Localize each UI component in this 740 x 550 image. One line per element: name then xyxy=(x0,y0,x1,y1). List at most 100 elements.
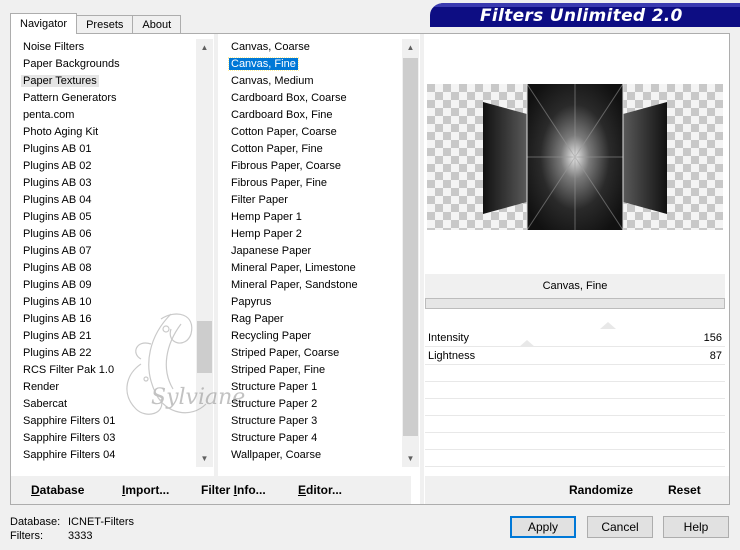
category-item-label: Plugins AB 05 xyxy=(23,211,92,223)
filter-info-button[interactable]: Filter Info... xyxy=(201,480,266,500)
apply-button[interactable]: Apply xyxy=(510,516,576,538)
category-item-label: Noise Filters xyxy=(23,41,85,53)
filter-item[interactable]: Fibrous Paper, Fine xyxy=(228,175,400,192)
filter-item[interactable]: Structure Paper 1 xyxy=(228,379,400,396)
category-item[interactable]: Sapphire Filters 04 xyxy=(20,447,204,464)
editor-button[interactable]: Editor... xyxy=(298,480,343,500)
database-button[interactable]: Database xyxy=(31,480,85,500)
category-item-label: Render xyxy=(23,381,60,393)
category-item[interactable]: Photo Aging Kit xyxy=(20,124,204,141)
filter-item[interactable]: Mineral Paper, Limestone xyxy=(228,260,400,277)
filters-count-value: 3333 xyxy=(68,530,93,542)
category-item[interactable]: Sapphire Filters 03 xyxy=(20,430,204,447)
category-item[interactable]: RCS Filter Pak 1.0 xyxy=(20,362,204,379)
category-item[interactable]: Plugins AB 07 xyxy=(20,243,204,260)
category-item[interactable]: Plugins AB 04 xyxy=(20,192,204,209)
filter-item[interactable]: Striped Paper, Coarse xyxy=(228,345,400,362)
category-item[interactable]: Plugins AB 06 xyxy=(20,226,204,243)
parameter-list: Intensity 156 Lightness 87 xyxy=(425,322,725,467)
filter-item-label: Recycling Paper xyxy=(231,330,312,342)
filter-item[interactable]: Hemp Paper 1 xyxy=(228,209,400,226)
category-item-label: Sapphire Filters 04 xyxy=(23,449,116,461)
category-item[interactable]: Plugins AB 09 xyxy=(20,277,204,294)
filter-item-label: Structure Paper 2 xyxy=(231,398,318,410)
filter-item-label: Japanese Paper xyxy=(231,245,312,257)
category-item[interactable]: Paper Backgrounds xyxy=(20,56,204,73)
filter-item[interactable]: Wallpaper, Coarse xyxy=(228,447,400,464)
help-button[interactable]: Help xyxy=(663,516,729,538)
filter-item[interactable]: Cardboard Box, Coarse xyxy=(228,90,400,107)
empty-parameter-row xyxy=(425,416,725,433)
filter-item[interactable]: Filter Paper xyxy=(228,192,400,209)
filter-item[interactable]: Canvas, Medium xyxy=(228,73,400,90)
filter-list[interactable]: Canvas, Coarse Canvas, Fine Canvas, Medium… xyxy=(228,39,400,467)
filter-item[interactable]: Canvas, Fine xyxy=(228,56,400,73)
tab-about[interactable]: About xyxy=(132,15,182,34)
divider xyxy=(420,34,424,504)
category-item[interactable]: Noise Filters xyxy=(20,39,204,56)
empty-parameter-row xyxy=(425,450,725,467)
filter-item-label: Cotton Paper, Fine xyxy=(231,143,323,155)
category-item-label: Photo Aging Kit xyxy=(23,126,99,138)
filter-item-label: Fibrous Paper, Fine xyxy=(231,177,327,189)
filter-item[interactable]: Rag Paper xyxy=(228,311,400,328)
filter-item[interactable]: Recycling Paper xyxy=(228,328,400,345)
randomize-button[interactable]: Randomize xyxy=(569,480,634,500)
filter-item[interactable]: Cotton Paper, Fine xyxy=(228,141,400,158)
category-item[interactable]: Plugins AB 03 xyxy=(20,175,204,192)
tab-navigator[interactable]: Navigator xyxy=(10,13,78,34)
category-item[interactable]: Plugins AB 10 xyxy=(20,294,204,311)
filter-item-label: Rag Paper xyxy=(231,313,284,325)
filter-item[interactable]: Cotton Paper, Coarse xyxy=(228,124,400,141)
filter-item[interactable]: Fibrous Paper, Coarse xyxy=(228,158,400,175)
category-item[interactable]: Plugins AB 16 xyxy=(20,311,204,328)
cancel-button[interactable]: Cancel xyxy=(587,516,653,538)
filter-item-label: Mineral Paper, Sandstone xyxy=(231,279,358,291)
filter-item[interactable]: Papyrus xyxy=(228,294,400,311)
filter-item-label: Striped Paper, Coarse xyxy=(231,347,340,359)
category-list-scrollbar[interactable]: ▲ ▼ xyxy=(196,39,213,467)
category-item[interactable]: Plugins AB 01 xyxy=(20,141,204,158)
parameter-intensity[interactable]: Intensity 156 xyxy=(425,322,725,347)
scroll-thumb[interactable] xyxy=(197,321,212,373)
filter-item-label: Wallpaper, Coarse xyxy=(231,449,322,461)
category-item[interactable]: Plugins AB 02 xyxy=(20,158,204,175)
category-item[interactable]: Plugins AB 08 xyxy=(20,260,204,277)
category-item[interactable]: Pattern Generators xyxy=(20,90,204,107)
category-item[interactable]: Plugins AB 22 xyxy=(20,345,204,362)
filter-list-scrollbar[interactable]: ▲ ▼ xyxy=(402,39,419,467)
category-item-label: Plugins AB 01 xyxy=(23,143,92,155)
filter-item-label: Striped Paper, Fine xyxy=(231,364,326,376)
category-item[interactable]: Plugins AB 05 xyxy=(20,209,204,226)
scroll-up-icon[interactable]: ▲ xyxy=(196,39,213,56)
filter-item-label: Canvas, Medium xyxy=(231,75,314,87)
scroll-up-icon[interactable]: ▲ xyxy=(402,39,419,56)
category-item[interactable]: penta.com xyxy=(20,107,204,124)
category-item-label: Paper Backgrounds xyxy=(23,58,120,70)
filter-item[interactable]: Structure Paper 3 xyxy=(228,413,400,430)
category-item[interactable]: Sabercat xyxy=(20,396,204,413)
filter-item[interactable]: Canvas, Coarse xyxy=(228,39,400,56)
category-item-label: Sapphire Filters 01 xyxy=(23,415,116,427)
category-item[interactable]: Paper Textures xyxy=(20,73,204,90)
filter-item[interactable]: Hemp Paper 2 xyxy=(228,226,400,243)
slider-marker xyxy=(519,340,535,347)
reset-button[interactable]: Reset xyxy=(668,480,701,500)
scroll-thumb[interactable] xyxy=(403,58,418,436)
filter-item[interactable]: Cardboard Box, Fine xyxy=(228,107,400,124)
filter-item[interactable]: Japanese Paper xyxy=(228,243,400,260)
parameter-value: 87 xyxy=(709,350,722,362)
category-item[interactable]: Sapphire Filters 01 xyxy=(20,413,204,430)
filter-item[interactable]: Structure Paper 2 xyxy=(228,396,400,413)
category-item[interactable]: Render xyxy=(20,379,204,396)
filter-item[interactable]: Structure Paper 4 xyxy=(228,430,400,447)
category-list[interactable]: Noise Filters Paper Backgrounds Paper Text… xyxy=(20,39,204,467)
parameter-lightness[interactable]: Lightness 87 xyxy=(425,340,725,365)
category-item[interactable]: Plugins AB 21 xyxy=(20,328,204,345)
filter-item[interactable]: Striped Paper, Fine xyxy=(228,362,400,379)
import-button[interactable]: Import... xyxy=(122,480,170,500)
tab-presets[interactable]: Presets xyxy=(76,15,134,34)
filter-item[interactable]: Mineral Paper, Sandstone xyxy=(228,277,400,294)
scroll-down-icon[interactable]: ▼ xyxy=(402,450,419,467)
scroll-down-icon[interactable]: ▼ xyxy=(196,450,213,467)
